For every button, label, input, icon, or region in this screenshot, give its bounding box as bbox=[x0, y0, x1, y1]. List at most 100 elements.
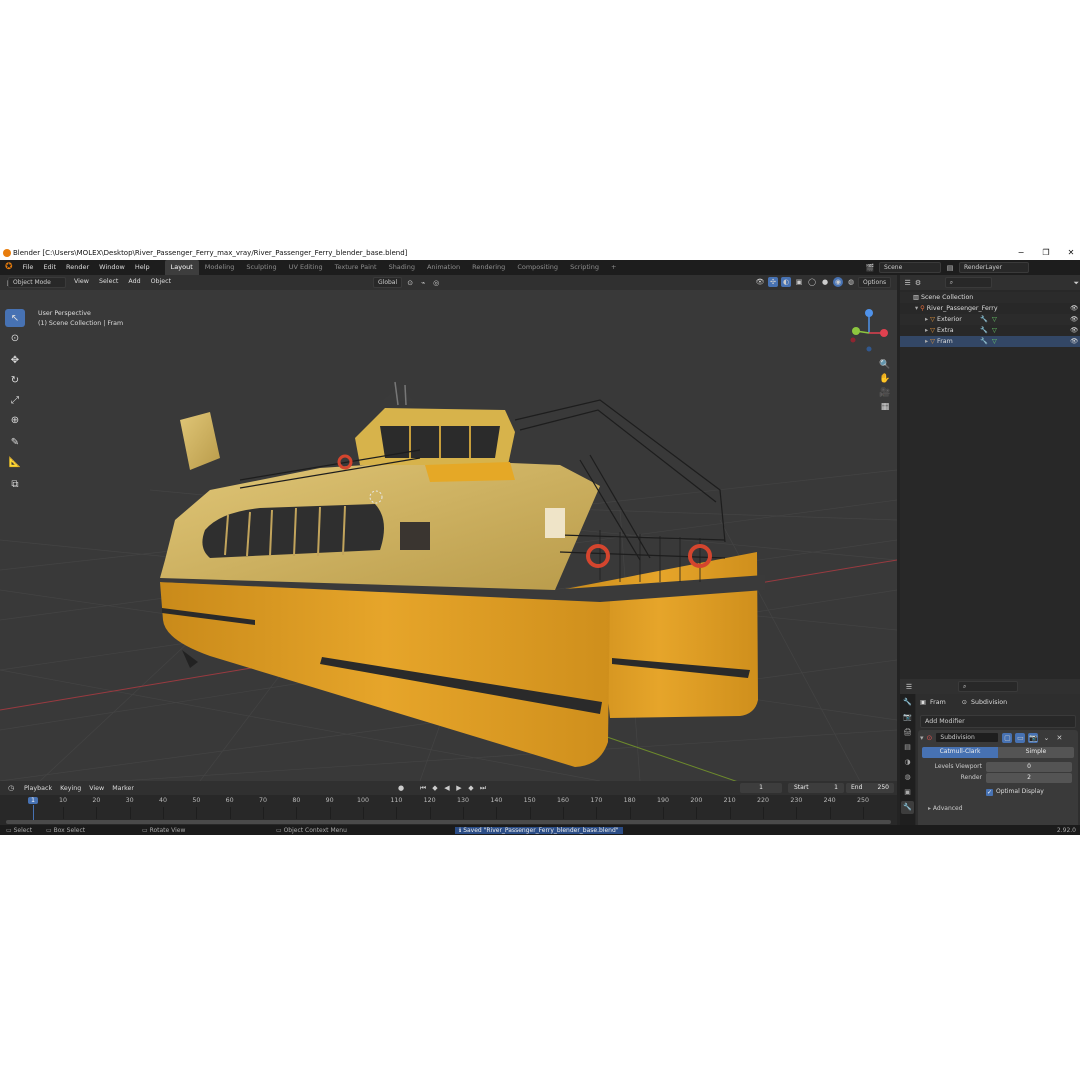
start-frame-field[interactable]: Start 1 bbox=[788, 783, 844, 793]
record-icon[interactable]: ● bbox=[396, 783, 406, 793]
tool-tab-icon[interactable]: 🔧 bbox=[901, 696, 914, 709]
jump-start-icon[interactable]: ⏮ bbox=[418, 783, 428, 793]
playhead[interactable] bbox=[33, 805, 34, 821]
viewport-toggle-icon[interactable]: ▭ bbox=[1015, 732, 1026, 743]
workspace-tab-shading[interactable]: Shading bbox=[383, 260, 421, 275]
cursor-3d-icon[interactable]: ⊙ bbox=[5, 329, 25, 347]
view-menu[interactable]: View bbox=[74, 277, 89, 287]
object-mode-dropdown[interactable]: Object Mode bbox=[8, 277, 66, 288]
add-menu[interactable]: Add bbox=[128, 277, 140, 287]
add-modifier-dropdown[interactable]: Add Modifier bbox=[920, 715, 1076, 728]
render-levels-field[interactable]: 2 bbox=[986, 773, 1072, 783]
wrench-icon[interactable]: 🔧 bbox=[901, 801, 914, 814]
eye-icon[interactable]: 👁 bbox=[1070, 325, 1078, 336]
outliner-row-exterior[interactable]: ▸ ▽ Exterior 🔧 ▽ 👁 bbox=[900, 314, 1080, 325]
current-frame-field[interactable]: 1 bbox=[740, 783, 782, 793]
play-reverse-icon[interactable]: ◀ bbox=[442, 783, 452, 793]
eye-icon[interactable]: 👁 bbox=[1070, 314, 1078, 325]
workspace-tab-modeling[interactable]: Modeling bbox=[199, 260, 241, 275]
chevron-down-icon[interactable]: ⌄ bbox=[1041, 733, 1051, 743]
eye-icon[interactable]: 👁 bbox=[1070, 336, 1078, 347]
wireframe-shading-icon[interactable]: ◯ bbox=[807, 277, 817, 287]
move-icon[interactable]: ✥ bbox=[5, 351, 25, 369]
properties-search-input[interactable]: ⌕ bbox=[958, 681, 1018, 692]
workspace-tab-texture-paint[interactable]: Texture Paint bbox=[329, 260, 383, 275]
transform-orientation-dropdown[interactable]: Global bbox=[373, 277, 403, 288]
menu-edit[interactable]: Edit bbox=[38, 260, 61, 275]
blender-menu-icon[interactable]: ✪ bbox=[0, 260, 18, 275]
annotate-icon[interactable]: ✎ bbox=[5, 433, 25, 451]
outliner-row-ferry[interactable]: ▾ ⚲ River_Passenger_Ferry 👁 bbox=[900, 303, 1080, 314]
workspace-tab-animation[interactable]: Animation bbox=[421, 260, 466, 275]
cursor-icon[interactable]: ↖ bbox=[5, 309, 25, 327]
editor-type-icon[interactable]: ◷ bbox=[6, 783, 16, 793]
object-tab-icon[interactable]: ▣ bbox=[901, 786, 914, 799]
workspace-tab-scripting[interactable]: Scripting bbox=[564, 260, 605, 275]
navigation-gizmo[interactable] bbox=[848, 305, 890, 355]
view-layer-selector[interactable]: RenderLayer bbox=[959, 262, 1029, 273]
timeline-ruler[interactable]: 1 10 20 30 40 50 60 70 80 90 100 110 120 130 140 150 160… bbox=[0, 795, 897, 825]
solid-shading-icon[interactable]: ● bbox=[820, 277, 830, 287]
view-layer-tab-icon[interactable]: ▤ bbox=[901, 741, 914, 754]
maximize-button[interactable]: ❐ bbox=[1035, 246, 1057, 260]
select-menu[interactable]: Select bbox=[99, 277, 118, 287]
options-dropdown[interactable]: Options bbox=[858, 277, 892, 288]
play-icon[interactable]: ▶ bbox=[454, 783, 464, 793]
snap-icon[interactable]: ⌁ bbox=[418, 278, 428, 288]
workspace-tab-layout[interactable]: Layout bbox=[164, 260, 199, 275]
marker-menu[interactable]: Marker bbox=[112, 785, 134, 792]
modifier-name-field[interactable]: Subdivision bbox=[935, 732, 1000, 743]
output-tab-icon[interactable]: 🖨 bbox=[901, 726, 914, 739]
scale-icon[interactable]: ⤢ bbox=[5, 391, 25, 409]
advanced-subpanel[interactable]: ▸ Advanced bbox=[928, 804, 963, 814]
outliner-row-fram[interactable]: ▸ ▽ Fram 🔧 ▽ 👁 bbox=[900, 336, 1080, 347]
display-mode-icon[interactable]: ⚙ bbox=[914, 278, 921, 288]
edit-mode-toggle-icon[interactable]: ▢ bbox=[1002, 732, 1013, 743]
transform-icon[interactable]: ⊕ bbox=[5, 411, 25, 429]
simple-tab[interactable]: Simple bbox=[998, 747, 1074, 758]
levels-viewport-field[interactable]: 0 bbox=[986, 762, 1072, 772]
overlay-icon[interactable]: ◐ bbox=[781, 277, 791, 287]
optimal-display-checkbox[interactable]: ✓ bbox=[986, 788, 993, 796]
render-tab-icon[interactable]: 📷 bbox=[901, 711, 914, 724]
catmull-clark-tab[interactable]: Catmull-Clark bbox=[922, 747, 998, 758]
menu-render[interactable]: Render bbox=[61, 260, 94, 275]
timeline-view-menu[interactable]: View bbox=[89, 785, 104, 792]
menu-file[interactable]: File bbox=[18, 260, 39, 275]
xray-icon[interactable]: ▣ bbox=[794, 277, 804, 287]
outliner-search-input[interactable]: ⌕ bbox=[944, 277, 992, 288]
render-toggle-icon[interactable]: 📷 bbox=[1028, 732, 1039, 743]
visibility-icon[interactable]: 👁 bbox=[755, 277, 765, 287]
object-menu[interactable]: Object bbox=[151, 277, 172, 287]
workspace-tab-sculpting[interactable]: Sculpting bbox=[240, 260, 282, 275]
menu-window[interactable]: Window bbox=[94, 260, 130, 275]
gizmo-icon[interactable]: ✣ bbox=[768, 277, 778, 287]
editor-type-icon[interactable]: ☰ bbox=[904, 278, 911, 288]
workspace-tab-compositing[interactable]: Compositing bbox=[511, 260, 564, 275]
3d-viewport[interactable]: 🔍 ✋ 🎥 ▦ bbox=[0, 290, 897, 781]
rotate-icon[interactable]: ↻ bbox=[5, 371, 25, 389]
next-keyframe-icon[interactable]: ◆ bbox=[466, 783, 476, 793]
workspace-tab-rendering[interactable]: Rendering bbox=[466, 260, 511, 275]
jump-end-icon[interactable]: ⏭ bbox=[478, 783, 488, 793]
remove-modifier-icon[interactable]: ✕ bbox=[1054, 733, 1064, 743]
close-button[interactable]: ✕ bbox=[1060, 246, 1080, 260]
prev-keyframe-icon[interactable]: ◆ bbox=[430, 783, 440, 793]
add-workspace-button[interactable]: + bbox=[605, 260, 622, 275]
add-cube-icon[interactable]: ⧉ bbox=[5, 475, 25, 493]
collapse-arrow-icon[interactable]: ▾ bbox=[920, 734, 924, 742]
eye-icon[interactable]: 👁 bbox=[1070, 303, 1078, 314]
keying-menu[interactable]: Keying bbox=[60, 785, 81, 792]
rendered-shading-icon[interactable]: ◍ bbox=[846, 277, 856, 287]
proportional-edit-icon[interactable]: ◎ bbox=[431, 278, 441, 288]
scene-tab-icon[interactable]: ◑ bbox=[901, 756, 914, 769]
world-tab-icon[interactable]: ◍ bbox=[901, 771, 914, 784]
playback-menu[interactable]: Playback bbox=[24, 785, 52, 792]
outliner-row-extra[interactable]: ▸ ▽ Extra 🔧 ▽ 👁 bbox=[900, 325, 1080, 336]
material-shading-icon[interactable]: ◉ bbox=[833, 277, 843, 287]
editor-type-icon[interactable]: ☰ bbox=[904, 682, 914, 692]
grid-icon[interactable]: ▦ bbox=[878, 402, 892, 412]
end-frame-field[interactable]: End 250 bbox=[846, 783, 894, 793]
pivot-icon[interactable]: ⊙ bbox=[405, 278, 415, 288]
hand-icon[interactable]: ✋ bbox=[878, 374, 892, 384]
